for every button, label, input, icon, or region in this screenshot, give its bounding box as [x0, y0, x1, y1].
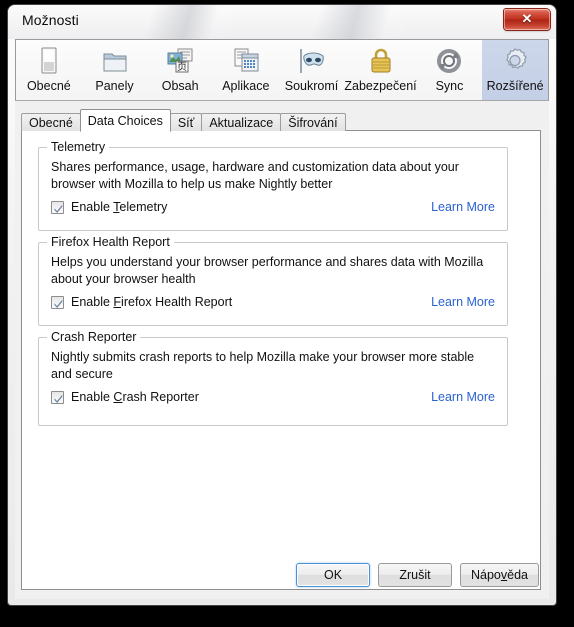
category-label: Aplikace [222, 79, 270, 93]
security-icon [364, 45, 398, 77]
button-nápověda[interactable]: Nápověda [460, 563, 539, 587]
sync-icon [432, 45, 466, 77]
checkmark-icon [54, 394, 63, 403]
learn-more-link[interactable]: Learn More [431, 390, 495, 404]
checkbox-f-row[interactable]: Enable Firefox Health Report [51, 295, 232, 309]
group-crash-reporter: Crash Reporter Nightly submits crash repo… [38, 330, 508, 426]
checkbox-c-row[interactable]: Enable Crash Reporter [51, 390, 199, 404]
category-label: Soukromí [284, 79, 339, 93]
general-icon [32, 45, 66, 77]
checkbox-label: Enable Crash Reporter [71, 390, 199, 404]
category-label: Panely [95, 79, 134, 93]
group-description: Shares performance, usage, hardware and … [51, 160, 459, 191]
checkbox-enable-firefox-health-report[interactable] [51, 295, 64, 309]
category-soukromí[interactable]: Soukromí [279, 40, 345, 100]
dialog-button-row: OK Zrušit Nápověda [296, 563, 539, 587]
tab-data-choices[interactable]: Data Choices [79, 109, 171, 132]
checkbox-enable-crash-reporter[interactable] [51, 390, 64, 404]
group-legend: Crash Reporter [47, 330, 141, 344]
tab-obecné[interactable]: Obecné [21, 113, 81, 131]
category-label: Rozšířené [486, 79, 544, 93]
category-zabezpečení[interactable]: Zabezpečení [344, 40, 417, 100]
button-ok[interactable]: OK [296, 563, 370, 587]
checkbox-enable-telemetry[interactable] [51, 200, 64, 214]
checkbox-t-row[interactable]: Enable Telemetry [51, 200, 167, 214]
category-aplikace[interactable]: Aplikace [213, 40, 279, 100]
group-firefox-health-report: Firefox Health Report Helps you understan… [38, 235, 508, 326]
tab-aktualizace[interactable]: Aktualizace [201, 113, 282, 131]
dialog-client-area: Obecné Panely 页 Obsah Aplikace Soukromí … [15, 39, 549, 599]
button-zrušit[interactable]: Zrušit [378, 563, 452, 587]
group-description: Helps you understand your browser perfor… [51, 255, 484, 286]
advanced-icon [498, 45, 532, 77]
group-telemetry: Telemetry Shares performance, usage, hard… [38, 140, 508, 231]
learn-more-link[interactable]: Learn More [431, 295, 495, 309]
group-legend: Telemetry [47, 140, 110, 154]
group-control-row: Enable Crash Reporter Learn More [39, 383, 507, 414]
close-icon: ✕ [521, 11, 533, 26]
category-obecné[interactable]: Obecné [16, 40, 82, 100]
group-legend: Firefox Health Report [47, 235, 174, 249]
tab-síť[interactable]: Síť [169, 113, 203, 131]
tab-strip: Obecné Data Choices Síť Aktualizace Šifrován… [21, 109, 346, 132]
checkmark-icon [54, 204, 63, 213]
category-label: Zabezpečení [344, 79, 417, 93]
privacy-icon [295, 45, 329, 77]
category-rozšířené[interactable]: Rozšířené [482, 40, 548, 100]
window-title: Možnosti [22, 12, 79, 28]
group-control-row: Enable Firefox Health Report Learn More [39, 288, 507, 319]
options-dialog-window: Možnosti ✕ Obecné Panely 页 Obsah Aplikac… [8, 5, 556, 605]
category-obsah[interactable]: 页 Obsah [147, 40, 213, 100]
group-control-row: Enable Telemetry Learn More [39, 193, 507, 224]
category-panely[interactable]: Panely [82, 40, 148, 100]
preferences-category-toolbar: Obecné Panely 页 Obsah Aplikace Soukromí … [15, 39, 549, 101]
group-description: Nightly submits crash reports to help Mo… [51, 350, 475, 381]
tab-šifrování[interactable]: Šifrování [280, 113, 346, 131]
category-sync[interactable]: Sync [417, 40, 483, 100]
tabs-icon [98, 45, 132, 77]
close-button[interactable]: ✕ [504, 9, 550, 30]
data-choices-panel: Telemetry Shares performance, usage, hard… [21, 130, 541, 590]
checkmark-icon [54, 299, 63, 308]
svg-text:页: 页 [177, 61, 187, 73]
title-bar[interactable]: Možnosti ✕ [8, 5, 556, 39]
tab-box: Obecné Data Choices Síť Aktualizace Šifrován… [15, 101, 549, 599]
learn-more-link[interactable]: Learn More [431, 200, 495, 214]
checkbox-label: Enable Telemetry [71, 200, 168, 214]
checkbox-label: Enable Firefox Health Report [71, 295, 233, 309]
category-label: Sync [435, 79, 464, 93]
apps-icon [229, 45, 263, 77]
category-label: Obecné [26, 79, 71, 93]
category-label: Obsah [161, 79, 199, 93]
content-icon: 页 [163, 45, 197, 77]
